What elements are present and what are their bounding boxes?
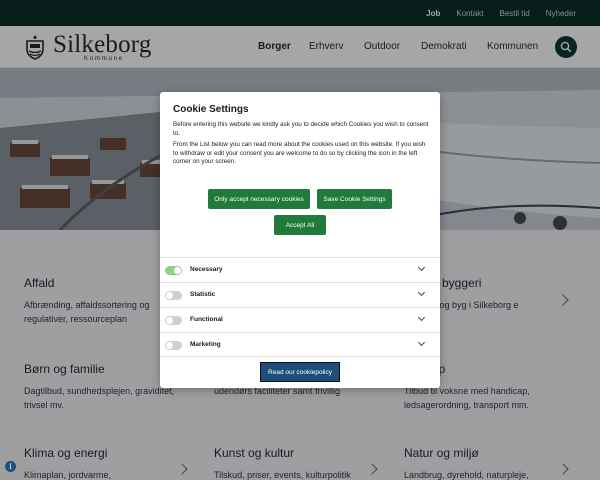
marketing-toggle[interactable] — [165, 341, 182, 350]
chevron-down-icon[interactable] — [417, 288, 426, 297]
dialog-intro-text: Before entering this website we kindly a… — [173, 121, 429, 137]
cookie-info-icon[interactable]: i — [5, 461, 16, 472]
chevron-down-icon[interactable] — [417, 263, 426, 272]
functional-toggle[interactable] — [165, 316, 182, 325]
cookie-policy-button[interactable]: Read our cookiepolicy — [260, 362, 340, 382]
category-row-marketing[interactable]: Marketing — [160, 332, 440, 357]
category-label: Necessary — [190, 266, 223, 273]
cookie-category-list: Necessary Statistic Functional Marketing — [160, 257, 440, 357]
accept-all-button[interactable]: Accept All — [274, 215, 326, 235]
category-label: Functional — [190, 316, 223, 323]
category-row-functional[interactable]: Functional — [160, 307, 440, 332]
category-row-statistic[interactable]: Statistic — [160, 282, 440, 307]
only-necessary-button[interactable]: Only accept necessary cookies — [208, 189, 310, 209]
statistic-toggle[interactable] — [165, 291, 182, 300]
category-label: Marketing — [190, 341, 221, 348]
category-row-necessary[interactable]: Necessary — [160, 257, 440, 282]
save-settings-button[interactable]: Save Cookie Settings — [317, 189, 392, 209]
cookie-settings-dialog: Cookie Settings Before entering this web… — [160, 92, 440, 388]
chevron-down-icon[interactable] — [417, 313, 426, 322]
category-label: Statistic — [190, 291, 216, 298]
dialog-info-text: From the List below you can read more ab… — [173, 141, 426, 165]
necessary-toggle[interactable] — [165, 266, 182, 275]
dialog-title: Cookie Settings — [173, 104, 249, 115]
chevron-down-icon[interactable] — [417, 338, 426, 347]
